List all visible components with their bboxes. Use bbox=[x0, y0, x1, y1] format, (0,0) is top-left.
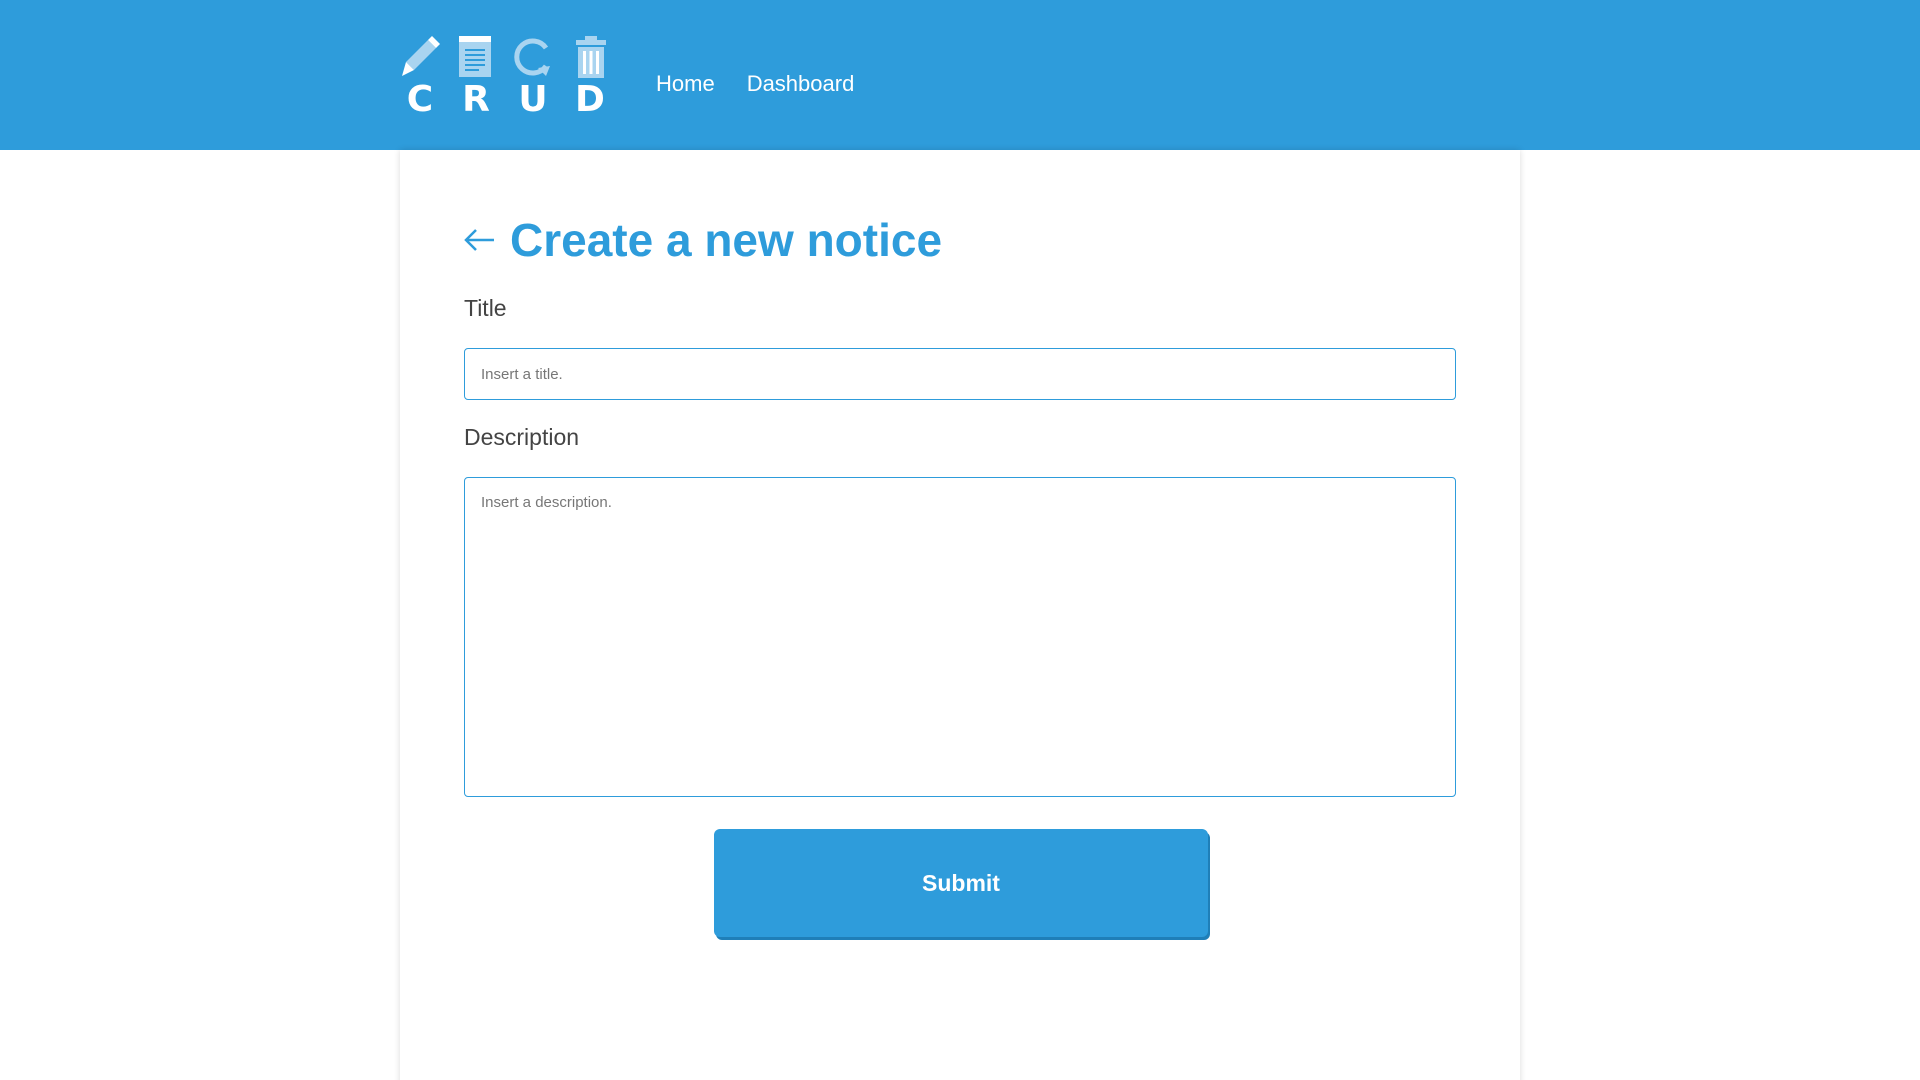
arrow-left-icon bbox=[464, 229, 494, 251]
form-heading: Create a new notice bbox=[464, 212, 942, 268]
document-icon bbox=[459, 36, 491, 77]
logo-letter-c: C bbox=[406, 79, 434, 120]
title-label: Title bbox=[464, 295, 507, 321]
main-nav: Home Dashboard bbox=[656, 64, 854, 104]
back-button[interactable] bbox=[464, 228, 496, 252]
nav-home-link[interactable]: Home bbox=[656, 64, 715, 104]
refresh-icon bbox=[514, 38, 550, 76]
description-label: Description bbox=[464, 424, 580, 450]
submit-button[interactable]: Submit bbox=[714, 829, 1208, 937]
logo-letter-d: D bbox=[575, 79, 605, 120]
notice-form-card: Create a new notice Title Description Su… bbox=[400, 150, 1520, 1080]
page-title: Create a new notice bbox=[510, 214, 943, 266]
crud-logo[interactable]: C R U D bbox=[398, 36, 608, 120]
description-textarea[interactable] bbox=[464, 477, 1456, 797]
top-navbar: C R U D Home Dashboard bbox=[0, 0, 1920, 150]
nav-dashboard-link[interactable]: Dashboard bbox=[747, 64, 855, 104]
title-input[interactable] bbox=[464, 348, 1456, 400]
pencil-icon bbox=[402, 36, 440, 76]
trash-icon bbox=[576, 36, 606, 78]
logo-letter-u: U bbox=[518, 79, 548, 120]
logo-letter-r: R bbox=[462, 79, 490, 120]
